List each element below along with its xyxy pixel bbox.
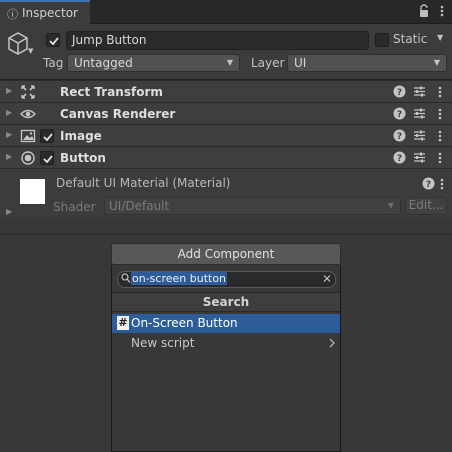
gameobject-cube-icon[interactable] [6,31,30,57]
gameobject-name-field[interactable]: Jump Button [66,31,369,50]
component-rect-transform[interactable]: ▶ Rect Transform ? [0,80,452,102]
help-icon[interactable]: ? [393,107,406,120]
foldout-arrow-icon[interactable]: ▶ [6,207,12,216]
component-button[interactable]: ▶ Button ? [0,146,452,168]
more-vertical-icon[interactable] [436,151,444,165]
help-icon[interactable]: ? [393,85,406,98]
search-icon [121,273,131,283]
preset-sliders-icon[interactable] [413,151,426,164]
divider [0,234,452,235]
help-icon[interactable]: ? [393,129,406,142]
image-icon [20,129,36,143]
chevron-right-icon [329,338,335,348]
more-vertical-icon[interactable] [436,129,444,143]
component-enabled-checkbox[interactable] [40,129,54,143]
help-icon[interactable]: ? [422,177,435,190]
material-preview-thumbnail [20,179,45,204]
icon-dropdown-arrow-icon[interactable]: ▼ [28,47,33,55]
chevron-down-icon: ▼ [226,58,233,67]
layer-dropdown[interactable]: UI ▼ [287,54,447,72]
component-title: Button [60,151,106,165]
material-section: ▶ Default UI Material (Material) ? Shade… [0,168,452,218]
tab-inspector[interactable]: ⓘ Inspector [0,0,90,24]
help-icon[interactable]: ? [393,151,406,164]
lock-icon[interactable] [417,4,431,18]
chevron-down-icon: ▼ [387,201,394,210]
add-component-button[interactable]: Add Component [111,243,341,265]
foldout-arrow-icon[interactable]: ▶ [6,86,12,95]
list-item-label: On-Screen Button [131,316,238,330]
material-title: Default UI Material (Material) [56,176,231,190]
more-vertical-icon[interactable] [436,107,444,121]
search-input-value[interactable]: on-screen button [131,272,228,285]
svg-text:?: ? [397,88,402,98]
more-vertical-icon[interactable] [438,177,446,191]
popup-header-label: Search [202,295,250,309]
static-dropdown-arrow-icon[interactable]: ▼ [437,33,443,42]
foldout-arrow-icon[interactable]: ▶ [6,130,12,139]
component-canvas-renderer[interactable]: ▶ Canvas Renderer ? [0,102,452,124]
component-title: Rect Transform [60,85,163,99]
list-item-label: New script [131,336,195,350]
foldout-arrow-icon[interactable]: ▶ [6,152,12,161]
info-icon: ⓘ [7,8,18,21]
tag-dropdown[interactable]: Untagged ▼ [67,54,240,72]
tag-value: Untagged [74,56,133,70]
component-enabled-checkbox[interactable] [40,151,54,165]
layer-value: UI [294,56,307,70]
close-icon[interactable] [322,273,332,284]
shader-dropdown: UI/Default ▼ [104,197,401,215]
svg-text:?: ? [397,132,402,142]
shader-edit-button: Edit... [405,197,447,215]
more-vertical-icon[interactable] [437,4,447,18]
tag-label: Tag [43,56,64,70]
chevron-down-icon: ▼ [433,58,440,67]
tab-inspector-label: Inspector [22,6,78,20]
svg-text:?: ? [397,110,402,120]
preset-sliders-icon[interactable] [413,129,426,142]
eye-icon [20,109,36,119]
svg-text:?: ? [397,154,402,164]
preset-sliders-icon[interactable] [413,107,426,120]
component-image[interactable]: ▶ Image ? [0,124,452,146]
shader-label: Shader [53,200,96,214]
static-checkbox[interactable] [375,33,389,47]
tab-bar: ⓘ Inspector [0,0,452,24]
component-title: Image [60,129,102,143]
static-label: Static [393,32,428,46]
layer-label: Layer [251,56,285,70]
script-icon: # [117,316,129,330]
component-title: Canvas Renderer [60,107,176,121]
preset-sliders-icon[interactable] [413,85,426,98]
more-vertical-icon[interactable] [436,85,444,99]
popup-header: Search [112,292,340,312]
button-icon [21,151,35,165]
active-checkbox[interactable] [46,33,60,47]
rect-transform-icon [21,85,35,99]
svg-text:?: ? [426,180,431,190]
foldout-arrow-icon[interactable]: ▶ [6,108,12,117]
shader-value: UI/Default [109,199,170,213]
